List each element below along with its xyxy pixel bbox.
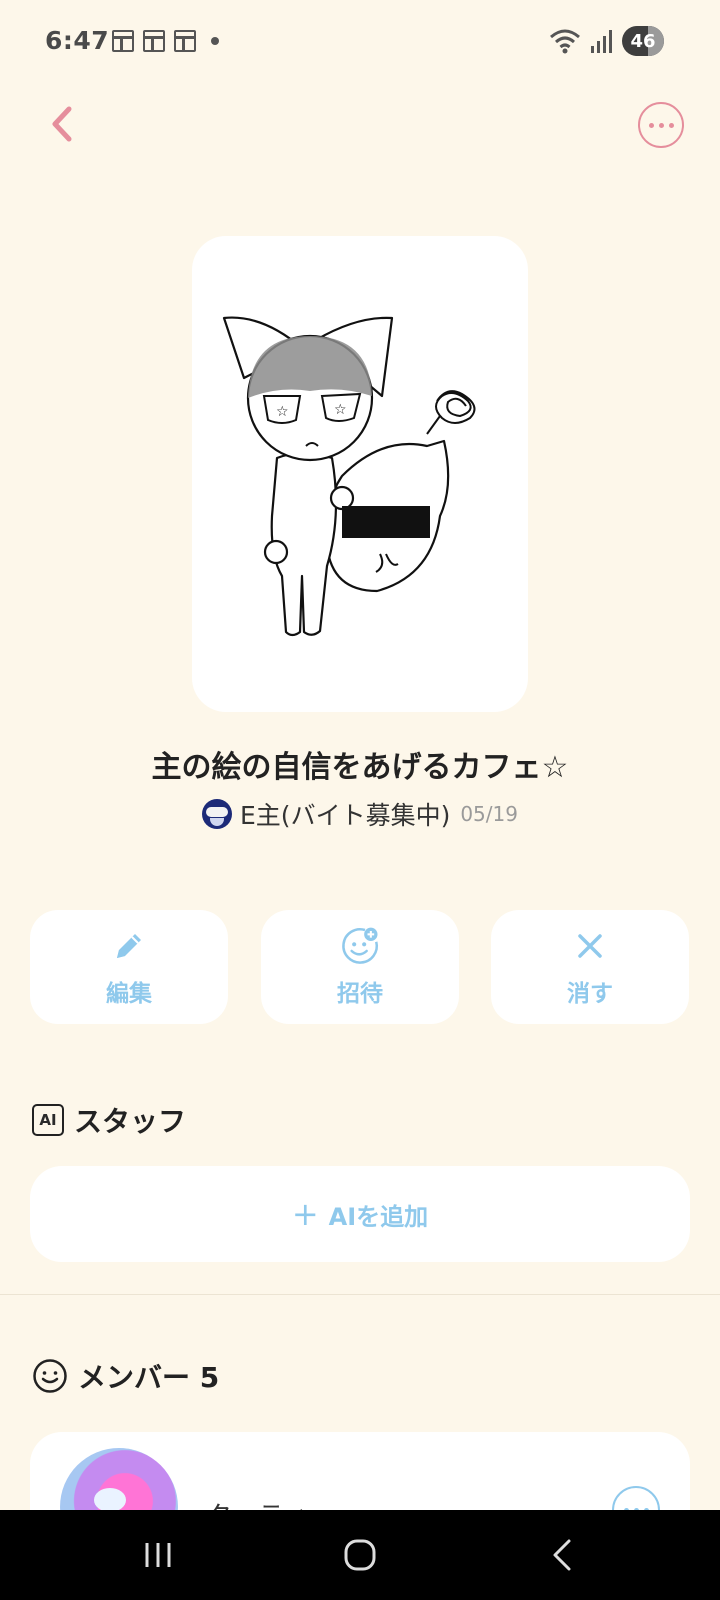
recent-apps-button[interactable]: [98, 1510, 218, 1600]
owner-avatar: [202, 799, 233, 829]
notification-icon: [174, 30, 196, 52]
notification-icon: [143, 30, 165, 52]
more-options-button[interactable]: [638, 102, 684, 148]
smile-icon: [33, 1359, 67, 1393]
plus-icon: +: [291, 1195, 319, 1233]
status-bar: 6:47 46: [0, 0, 720, 84]
home-icon: [344, 1539, 376, 1571]
system-nav-bar: [0, 1510, 720, 1600]
edit-button[interactable]: 編集: [30, 910, 228, 1024]
signal-icon: [591, 30, 612, 53]
owner-row[interactable]: E主(バイト募集中) 05/19: [0, 796, 720, 832]
close-icon: [570, 926, 610, 966]
section-divider: [0, 1294, 720, 1295]
delete-button[interactable]: 消す: [491, 910, 689, 1024]
svg-text:☆: ☆: [334, 402, 347, 418]
more-dot: [648, 122, 654, 128]
svg-text:☆: ☆: [276, 404, 289, 420]
invite-button[interactable]: 招待: [261, 910, 459, 1024]
recents-icon: [145, 1543, 171, 1567]
more-dot: [668, 122, 674, 128]
members-section-header: メンバー 5: [32, 1356, 219, 1396]
notification-icon: [112, 30, 134, 52]
home-button[interactable]: [300, 1510, 420, 1600]
pencil-icon: [109, 926, 149, 966]
notification-icons: [112, 30, 219, 52]
cafe-title: 主の絵の自信をあげるカフェ☆: [151, 750, 569, 785]
invite-face-icon: [340, 926, 380, 966]
created-date: 05/19: [460, 802, 518, 826]
battery-icon: 46: [622, 26, 664, 56]
dot-icon: [211, 37, 219, 45]
status-time: 6:47: [45, 26, 110, 55]
staff-section-header: AI スタッフ: [32, 1100, 186, 1140]
more-dot: [658, 122, 664, 128]
owner-name: E主(バイト募集中): [240, 801, 451, 830]
invite-label: 招待: [337, 981, 383, 1007]
nav-back-button[interactable]: [502, 1510, 622, 1600]
cover-drawing: ☆ ☆: [222, 316, 476, 637]
back-icon: [553, 1539, 571, 1571]
delete-label: 消す: [567, 981, 613, 1007]
battery-level: 46: [630, 30, 656, 52]
ai-icon: AI: [32, 1104, 64, 1136]
wifi-icon: [550, 29, 580, 54]
add-ai-button[interactable]: + AIを追加: [30, 1166, 690, 1262]
staff-section-title: スタッフ: [74, 1105, 187, 1138]
back-button[interactable]: [40, 96, 84, 152]
add-ai-label: AIを追加: [328, 1202, 429, 1231]
cafe-cover-image: ☆ ☆: [192, 236, 528, 712]
edit-label: 編集: [106, 981, 152, 1007]
system-icons: 46: [548, 26, 664, 56]
members-section-title: メンバー 5: [78, 1361, 220, 1394]
chevron-left-icon: [52, 106, 72, 142]
